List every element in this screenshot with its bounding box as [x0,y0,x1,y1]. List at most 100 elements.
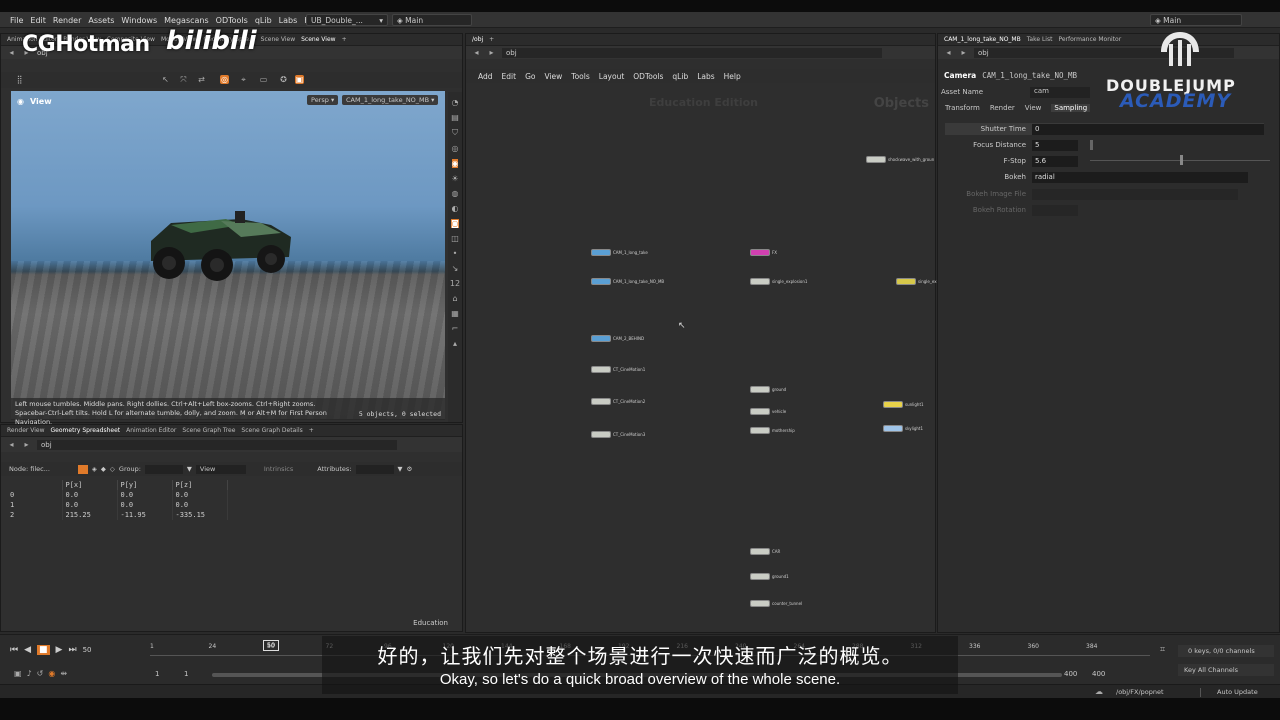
network-menu-tools[interactable]: Tools [571,72,589,81]
network-menu-labs[interactable]: Labs [697,72,714,81]
tab-geometry-spreadsheet[interactable]: Geometry Spreadsheet [51,427,121,434]
network-menu-help[interactable]: Help [724,72,741,81]
menu-item-labs[interactable]: Labs [279,16,298,25]
tab-scene-graph-tree[interactable]: Scene Graph Tree [182,427,235,434]
menu-item-assets[interactable]: Assets [88,16,114,25]
node-name[interactable]: CAM_1_long_take_NO_MB [982,71,1077,80]
loop-icon[interactable]: ↺ [37,669,44,678]
network-node-car[interactable]: CAR [750,548,780,555]
desktop-main-right[interactable]: ◈ Main [1150,14,1242,26]
camera-tool-icon[interactable]: ◎ [220,75,229,84]
tab-scene-view[interactable]: Scene View [261,36,295,43]
network-menu-view[interactable]: View [544,72,562,81]
realtime-icon[interactable]: ◉ [48,669,55,678]
lights-icon[interactable]: ✪ [279,75,288,84]
key-all-channels-button[interactable]: Key All Channels [1178,664,1274,676]
cube-icon[interactable]: ◫ [451,234,459,243]
current-frame-field[interactable]: 50 [83,646,92,654]
back-arrow-icon[interactable]: ◂ [944,48,953,57]
network-menu-edit[interactable]: Edit [502,72,517,81]
number-icon[interactable]: 12 [450,279,460,288]
network-menu-layout[interactable]: Layout [599,72,625,81]
column-header[interactable]: P[y] [117,480,173,490]
wire-icon[interactable]: ◍ [452,189,459,198]
tab-take-list[interactable]: Take List [1027,36,1053,43]
grid-icon[interactable]: ▦ [451,309,459,318]
menu-item-megascans[interactable]: Megascans [164,16,209,25]
jump-start-icon[interactable]: ⏮ [10,645,18,655]
tab-cam-1-long-take-no-mb[interactable]: CAM_1_long_take_NO_MB [944,36,1021,43]
menu-item-edit[interactable]: Edit [30,16,46,25]
network-node-ct-cinemotion3[interactable]: CT_CineMotion3 [591,431,645,438]
detail-icon[interactable]: ◇ [110,465,115,473]
column-header[interactable] [7,480,63,490]
brush-icon[interactable]: ⌂ [452,294,457,303]
step-back-icon[interactable]: ◀ [24,645,31,655]
network-node-ground[interactable]: ground [750,386,786,393]
play-icon[interactable]: ▶ [56,645,63,655]
network-node-cam-1-long-take[interactable]: CAM_1_long_take [591,249,648,256]
lock-view-icon[interactable]: ⛉ [452,128,458,138]
filter-icon[interactable]: ▼ [187,465,192,473]
network-node-single-ex[interactable]: single_ex [896,278,937,285]
param-value[interactable] [1032,204,1078,216]
light-bulb-icon[interactable]: ☀ [451,174,458,183]
render-icon[interactable]: ▣ [295,75,304,84]
intrinsics-dropdown[interactable]: Intrinsics [264,465,293,473]
attributes-field[interactable] [355,464,394,474]
network-node-ct-cinemotion1[interactable]: CT_CineMotion1 [591,366,645,373]
subtab-sampling[interactable]: Sampling [1051,104,1091,112]
persp-menu[interactable]: Persp ▾ [307,95,339,105]
network-node-fx[interactable]: FX [750,249,777,256]
network-node-vehicle[interactable]: vehicle [750,408,786,415]
camera-side-icon[interactable]: ◙ [451,219,459,228]
playhead-marker[interactable]: 50 [263,640,279,651]
handle-tool-icon[interactable]: ⇄ [197,75,206,84]
tab-scene-view[interactable]: Scene View [301,36,335,43]
network-node-cam-1-long-take-no-mb[interactable]: CAM_1_long_take_NO_MB [591,278,664,285]
points-icon[interactable] [77,464,88,474]
desktop-main-selector[interactable]: ◈ Main [392,14,472,26]
tab-performance-monitor[interactable]: Performance Monitor [1058,36,1121,43]
select-tool-icon[interactable]: ↖ [161,75,170,84]
pen-icon[interactable]: ↘ [452,264,459,273]
back-arrow-icon[interactable]: ◂ [472,48,481,57]
network-node-shockwave-with-groun[interactable]: shockwave_with_groun [866,156,934,163]
spreadsheet-path[interactable]: obj [37,439,397,450]
param-value[interactable]: radial [1032,171,1248,183]
eye-icon[interactable]: ◔ [452,98,459,107]
menu-item-qlib[interactable]: qLib [255,16,272,25]
network-menu-qlib[interactable]: qLib [672,72,688,81]
forward-arrow-icon[interactable]: ▸ [22,440,31,449]
range-end2-field[interactable]: 400 [1092,670,1105,678]
param-value[interactable]: 5 [1032,139,1078,151]
network-node-ground1[interactable]: ground1 [750,573,789,580]
primitives-icon[interactable]: ◆ [101,465,106,473]
node-label[interactable]: Node: filec... [9,465,50,473]
more-icon[interactable]: ▴ [453,339,457,348]
forward-arrow-icon[interactable]: ▸ [487,48,496,57]
asset-name-field[interactable]: cam [1030,87,1090,98]
visibility-icon[interactable]: ◎ [452,144,459,153]
menu-item-render[interactable]: Render [53,16,81,25]
network-node-counter-tunnel[interactable]: counter_tunnel [750,600,802,607]
tab-scene-graph-details[interactable]: Scene Graph Details [241,427,302,434]
column-header[interactable]: P[x] [62,480,118,490]
param-value[interactable] [1032,188,1238,200]
network-menu-add[interactable]: Add [478,72,493,81]
network-node-cam-2-behind[interactable]: CAM_2_BEHIND [591,335,644,342]
network-menu-odtools[interactable]: ODTools [633,72,663,81]
network-node-sunlight1[interactable]: sunlight1 [883,401,924,408]
dot-icon[interactable]: • [453,249,458,258]
column-header[interactable]: P[z] [172,480,228,490]
menu-item-odtools[interactable]: ODTools [216,16,248,25]
tab-render-view[interactable]: Render View [7,427,45,434]
stop-icon[interactable]: ■ [37,645,50,655]
focus-distance-slider[interactable] [1090,140,1093,150]
transform-tool-icon[interactable]: ⤧ [179,75,188,84]
network-node-skylight1[interactable]: skylight1 [883,425,923,432]
view-dropdown[interactable]: View [195,464,246,474]
snap-icon[interactable]: ⌖ [239,75,248,84]
jump-end-icon[interactable]: ⏭ [68,645,76,655]
network-node-mothership[interactable]: mothership [750,427,795,434]
